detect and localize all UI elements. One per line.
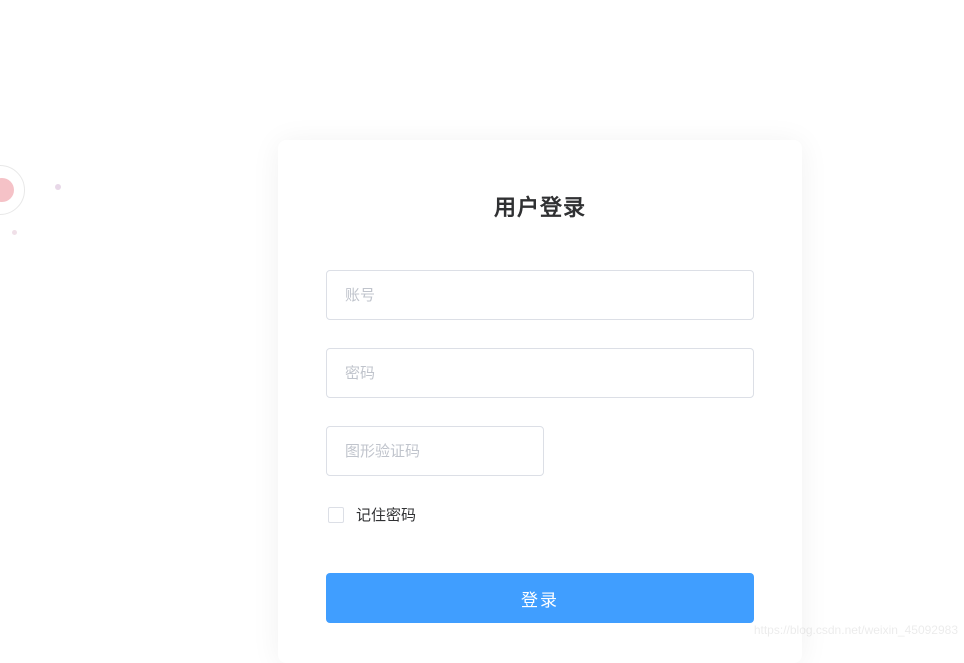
login-card: 用户登录 记住密码 登录 xyxy=(278,140,802,663)
remember-row: 记住密码 xyxy=(326,504,754,525)
login-button[interactable]: 登录 xyxy=(326,573,754,623)
watermark-text: https://blog.csdn.net/weixin_45092983 xyxy=(754,623,958,637)
password-input[interactable] xyxy=(326,348,754,398)
remember-label[interactable]: 记住密码 xyxy=(356,504,416,525)
login-title: 用户登录 xyxy=(326,190,754,222)
username-input[interactable] xyxy=(326,270,754,320)
captcha-input[interactable] xyxy=(326,426,544,476)
bg-dot-decoration xyxy=(12,230,17,235)
bg-dot-decoration xyxy=(55,184,61,190)
remember-checkbox[interactable] xyxy=(328,507,344,523)
